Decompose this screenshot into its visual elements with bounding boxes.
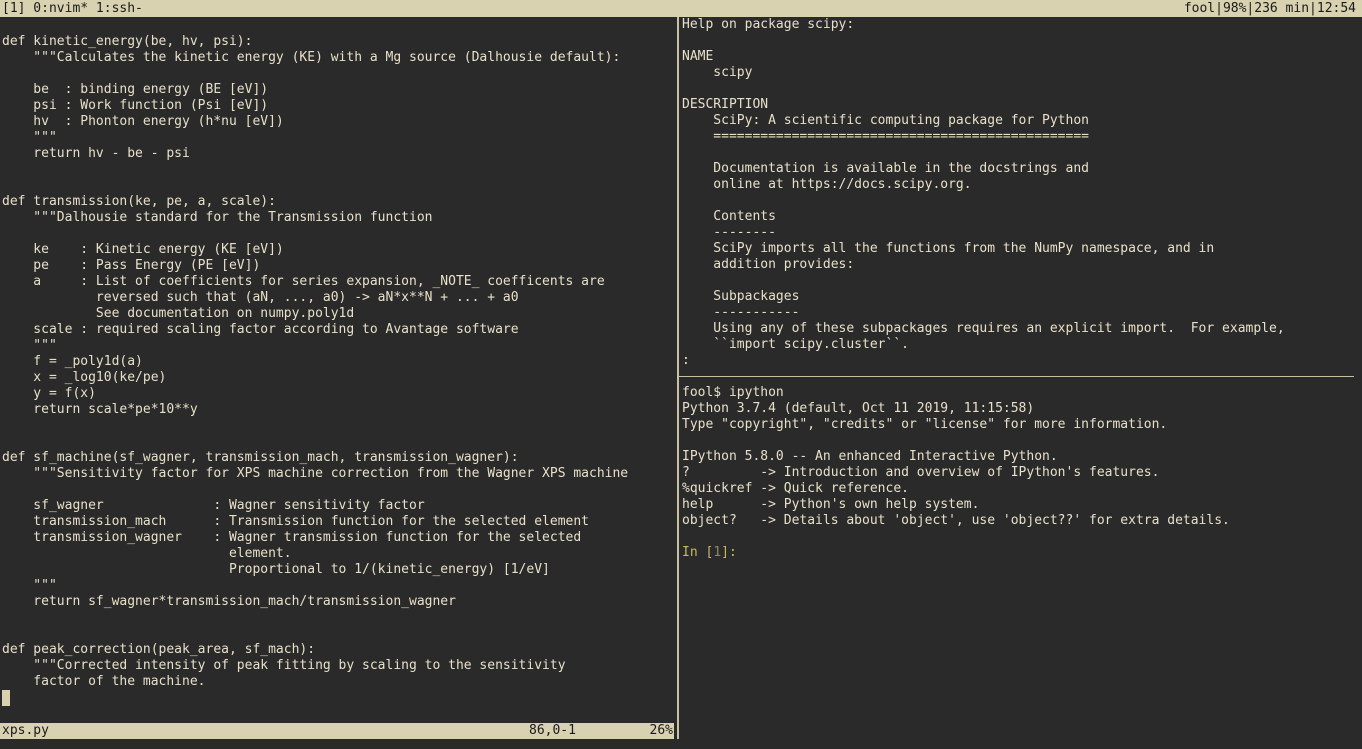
vim-statusline: xps.py 86,0-1 26% — [0, 723, 674, 739]
ipython-line: IPython 5.8.0 -- An enhanced Interactive… — [682, 449, 1058, 464]
tmux-window-list[interactable]: [1] 0:nvim* 1:ssh- — [0, 1, 143, 17]
help-line: ----------- — [682, 305, 800, 320]
help-line: DESCRIPTION — [682, 97, 769, 112]
help-line: : — [682, 353, 690, 368]
code-line: """Sensitivity factor for XPS machine co… — [2, 466, 629, 481]
ipython-line: %quickref -> Quick reference. — [682, 481, 909, 496]
help-text: Help on package scipy: NAME scipy DESCRIPT… — [682, 17, 1285, 369]
help-line — [682, 81, 1285, 97]
code-line: transmission_mach : Transmission functio… — [2, 514, 589, 529]
code-line: psi : Work function (Psi [eV]) — [2, 98, 269, 113]
code-line: x = _log10(ke/pe) — [2, 370, 167, 385]
code-line: """ — [2, 338, 57, 353]
help-line: Documentation is available in the docstr… — [682, 161, 1089, 176]
code-line: See documentation on numpy.poly1d — [2, 306, 355, 321]
help-line: Using any of these subpackages requires … — [682, 321, 1285, 336]
code-line: def transmission(ke, pe, a, scale): — [2, 194, 276, 209]
code-line: a : List of coefficients for series expa… — [2, 274, 605, 289]
statusline-position: 86,0-1 — [529, 723, 576, 738]
code-line: def sf_machine(sf_wagner, transmission_m… — [2, 450, 519, 465]
help-line — [682, 33, 1285, 49]
code-line: factor of the machine. — [2, 674, 206, 689]
code-line: scale : required scaling factor accordin… — [2, 322, 519, 337]
help-line: ========================================… — [682, 129, 1089, 144]
help-line — [682, 273, 1285, 289]
help-line: online at https://docs.scipy.org. — [682, 177, 972, 192]
statusline-filename: xps.py — [2, 723, 49, 738]
code-line: sf_wagner : Wagner sensitivity factor — [2, 498, 425, 513]
ipython-line: Type "copyright", "credits" or "license"… — [682, 417, 1168, 432]
code-line: def peak_correction(peak_area, sf_mach): — [2, 642, 316, 657]
code-line: hv : Phonton energy (h*nu [eV]) — [2, 114, 284, 129]
code-line: """ — [2, 578, 57, 593]
editor-pane[interactable]: def kinetic_energy(be, hv, psi): """Calc… — [0, 17, 676, 749]
code-line: """Corrected intensity of peak fitting b… — [2, 658, 566, 673]
ipython-line: Python 3.7.4 (default, Oct 11 2019, 11:1… — [682, 401, 1035, 416]
help-line: Help on package scipy: — [682, 17, 855, 32]
code-line: """Dalhousie standard for the Transmissi… — [2, 210, 433, 225]
ipython-output: fool$ ipython Python 3.7.4 (default, Oct … — [682, 385, 1360, 545]
code-line: element. — [2, 546, 292, 561]
ipython-line — [682, 433, 1360, 449]
help-line: ``import scipy.cluster``. — [682, 337, 909, 352]
code-line: be : binding energy (BE [eV]) — [2, 82, 269, 97]
code-line: f = _poly1d(a) — [2, 354, 143, 369]
help-line: -------- — [682, 225, 776, 240]
ipython-line: object? -> Details about 'object', use '… — [682, 513, 1230, 528]
help-line: addition provides: — [682, 257, 855, 272]
prompt-label: In [ — [682, 545, 714, 560]
prompt-end: ]: — [721, 545, 737, 560]
help-pane[interactable]: Help on package scipy: NAME scipy DESCRIPT… — [682, 17, 1360, 375]
help-line: SciPy: A scientific computing package fo… — [682, 113, 1089, 128]
help-line: NAME — [682, 49, 714, 64]
ipython-line — [682, 529, 1360, 545]
help-line: Contents — [682, 209, 776, 224]
ipython-line: fool$ ipython — [682, 385, 784, 400]
code-line: """ — [2, 130, 57, 145]
code-line: def kinetic_energy(be, hv, psi): — [2, 34, 253, 49]
text-cursor — [2, 690, 10, 706]
code-line: transmission_wagner : Wagner transmissio… — [2, 530, 582, 545]
ipython-prompt[interactable]: In [1]: — [682, 545, 1360, 561]
code-line: pe : Pass Energy (PE [eV]) — [2, 258, 261, 273]
vertical-pane-divider[interactable] — [677, 17, 679, 739]
code-line: return sf_wagner*transmission_mach/trans… — [2, 594, 456, 609]
code-line: return scale*pe*10**y — [2, 402, 198, 417]
tmux-status-right: fool|98%|236 min|12:54 — [1183, 0, 1356, 16]
help-line — [682, 193, 1285, 209]
ipython-line: help -> Python's own help system. — [682, 497, 980, 512]
help-line — [682, 145, 1285, 161]
help-line: SciPy imports all the functions from the… — [682, 241, 1215, 256]
help-line: scipy — [682, 65, 753, 80]
prompt-number: 1 — [713, 545, 722, 560]
ipython-pane[interactable]: fool$ ipython Python 3.7.4 (default, Oct … — [682, 385, 1360, 745]
code-line: y = f(x) — [2, 386, 96, 401]
code-line: ke : Kinetic energy (KE [eV]) — [2, 242, 284, 257]
code-line: return hv - be - psi — [2, 146, 190, 161]
statusline-percent: 26% — [649, 723, 673, 738]
horizontal-pane-divider[interactable] — [679, 376, 1354, 377]
code-line: """Calculates the kinetic energy (KE) wi… — [2, 50, 621, 65]
tmux-status-bar: [1] 0:nvim* 1:ssh- fool|98%|236 min|12:5… — [0, 0, 1362, 17]
ipython-line: ? -> Introduction and overview of IPytho… — [682, 465, 1160, 480]
code-buffer[interactable]: def kinetic_energy(be, hv, psi): """Calc… — [2, 34, 674, 690]
help-line: Subpackages — [682, 289, 800, 304]
code-line: Proportional to 1/(kinetic_energy) [1/eV… — [2, 562, 550, 577]
code-line: reversed such that (aN, ..., a0) -> aN*x… — [2, 290, 519, 305]
